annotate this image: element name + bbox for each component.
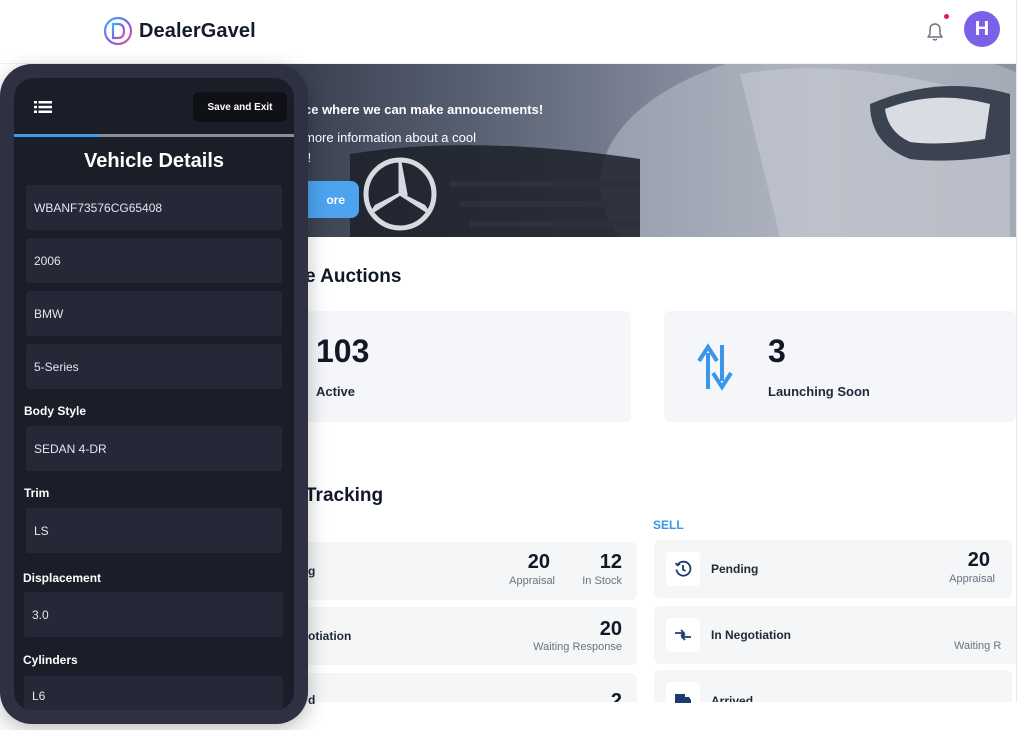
page-edge-divider xyxy=(1016,0,1017,702)
active-count: 103 xyxy=(316,333,370,369)
menu-list-icon[interactable] xyxy=(34,100,52,114)
announcement-line-1: more information about a cool xyxy=(304,130,476,145)
waiting-response-count: 20 xyxy=(599,618,622,640)
notification-dot xyxy=(944,14,949,19)
appraisal-count: 20 xyxy=(527,551,550,573)
clock-icon xyxy=(674,560,692,577)
sell-arrived-row[interactable]: Arrived xyxy=(654,670,1012,703)
announcement-text: more information about a cool t! xyxy=(304,128,504,168)
model-field[interactable]: 5-Series xyxy=(26,344,282,389)
waiting-label: Waiting R xyxy=(954,640,1002,652)
cylinders-label: Cylinders xyxy=(23,653,78,667)
hero-banner: ce where we can make annoucements! more … xyxy=(220,64,1016,237)
sell-negotiation-row[interactable]: In Negotiation Waiting R xyxy=(654,606,1016,664)
exchange-arrows-icon xyxy=(675,629,691,641)
pending-appraisal-label: Appraisal xyxy=(949,573,995,585)
save-and-exit-button[interactable]: Save and Exit xyxy=(193,92,287,122)
pending-appraisal-count: 20 xyxy=(967,549,990,571)
trim-label: Trim xyxy=(24,486,50,500)
bell-icon[interactable] xyxy=(926,22,944,42)
launching-soon-label: Launching Soon xyxy=(768,384,870,399)
body-style-field[interactable]: SEDAN 4-DR xyxy=(26,426,282,471)
sell-pending-row[interactable]: Pending 20 Appraisal xyxy=(654,540,1012,598)
form-progress-bar xyxy=(14,134,294,137)
active-label: Active xyxy=(316,384,356,399)
announcement-title: ce where we can make annoucements! xyxy=(304,102,544,117)
form-progress-fill xyxy=(14,134,98,137)
row-label: Pending xyxy=(711,562,759,576)
displacement-field[interactable]: 3.0 xyxy=(24,592,283,637)
top-bar: DealerGavel H xyxy=(0,0,1016,64)
launching-soon-card[interactable]: 3 Launching Soon xyxy=(664,311,1016,422)
sell-column-label: SELL xyxy=(653,518,684,532)
truck-icon xyxy=(675,694,691,703)
phone-frame: Save and Exit Vehicle Details WBANF73576… xyxy=(0,64,308,724)
arrived-count: 2 xyxy=(610,690,622,702)
in-stock-count: 12 xyxy=(599,551,622,573)
vehicle-details-screen: Save and Exit Vehicle Details WBANF73576… xyxy=(14,78,294,710)
row-label: g xyxy=(308,564,316,578)
in-stock-label: In Stock xyxy=(582,575,622,587)
body-style-label: Body Style xyxy=(24,404,87,418)
make-field[interactable]: BMW xyxy=(26,291,282,336)
launching-soon-count: 3 xyxy=(768,333,786,369)
avatar[interactable]: H xyxy=(964,11,1000,47)
row-label: d xyxy=(308,693,316,707)
row-label: Arrived xyxy=(711,694,754,702)
row-icon-box xyxy=(666,618,700,652)
dealergavel-logo[interactable] xyxy=(102,15,134,47)
trim-field[interactable]: LS xyxy=(26,508,282,553)
tracking-section-title: Tracking xyxy=(305,485,384,506)
form-title: Vehicle Details xyxy=(83,150,225,172)
row-label: In Negotiation xyxy=(711,628,791,642)
year-field[interactable]: 2006 xyxy=(26,238,282,283)
row-icon-box xyxy=(666,682,700,703)
announcement-line-2: t! xyxy=(304,148,504,168)
up-down-arrows-icon xyxy=(697,343,733,391)
row-label: otiation xyxy=(308,629,352,643)
brand-name: DealerGavel xyxy=(139,20,256,42)
displacement-label: Displacement xyxy=(23,571,102,585)
appraisal-label: Appraisal xyxy=(509,575,555,587)
cylinders-field[interactable]: L6 xyxy=(24,676,283,710)
row-icon-box xyxy=(666,552,700,586)
waiting-response-label: Waiting Response xyxy=(533,641,622,653)
auctions-section-title: e Auctions xyxy=(305,266,402,287)
vin-field[interactable]: WBANF73576CG65408 xyxy=(26,185,282,230)
